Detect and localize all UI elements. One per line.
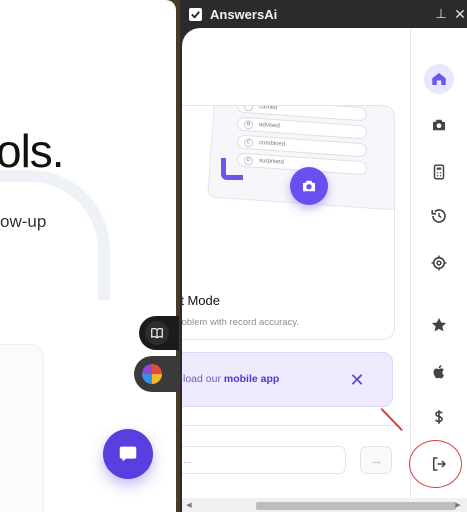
close-window-button[interactable]: ✕ [451,5,467,23]
history-icon [431,209,446,223]
sidebar-item-calculator[interactable] [424,157,454,187]
mobile-app-link[interactable]: mobile app [224,373,279,385]
sidebar-item-camera[interactable] [424,110,454,140]
decorative-arc [0,170,110,300]
snapshot-mode-card[interactable]: carried Badvised Ccombined Dsurprised ot… [182,105,395,340]
send-button[interactable]: → [360,446,392,474]
page-headline: ols. [0,125,65,177]
divider [182,425,410,426]
mobile-app-banner[interactable]: load our mobile app ✕ [182,352,393,407]
camera-icon [433,119,445,131]
sidebar-item-favorites[interactable] [424,310,454,340]
chat-input[interactable]: ... [182,446,346,474]
card-description: problem with record accuracy. [182,317,300,328]
book-icon [145,321,169,345]
page-subtext: ow-up [0,212,47,231]
background-card [0,344,44,512]
dollar-icon [434,410,443,424]
main-panel: carried Badvised Ccombined Dsurprised ot… [182,28,410,498]
chat-bubble-icon [119,446,137,462]
home-icon [432,73,446,85]
apple-icon [433,365,445,379]
crop-corner-icon [221,158,243,180]
scrollbar-thumb[interactable] [256,502,456,510]
annotation-circle [409,440,462,488]
sidebar-item-settings[interactable] [424,248,454,278]
calculator-icon [433,164,445,180]
banner-close-button[interactable]: ✕ [346,369,368,391]
settings-icon [431,255,447,271]
extension-orb-pill[interactable] [134,356,180,392]
card-title: ot Mode [182,293,220,308]
extension-logo-icon [142,364,162,384]
sidebar-item-history[interactable] [424,201,454,231]
star-icon [431,317,447,332]
background-page: ols. ow-up [0,0,176,512]
scroll-right-icon[interactable]: ▶ [453,500,463,510]
app-logo-icon [189,7,202,21]
sidebar-item-home[interactable] [424,64,454,94]
pin-icon[interactable]: ⊥ [432,5,450,23]
title-bar: AnswersAi ⊥ ✕ [180,0,467,28]
camera-icon [303,180,315,192]
banner-text: load our mobile app [183,373,280,385]
snapshot-camera-button[interactable] [290,167,328,205]
sidebar [410,28,467,498]
answersai-window: AnswersAi ⊥ ✕ carried Badvised Ccombined… [180,0,467,512]
sidebar-item-apple[interactable] [424,357,454,387]
chat-button[interactable] [103,429,153,479]
reader-extension-pill[interactable] [139,316,179,350]
window-title: AnswersAi [210,6,278,22]
scroll-left-icon[interactable]: ◀ [184,500,194,510]
sidebar-item-pricing[interactable] [424,402,454,432]
